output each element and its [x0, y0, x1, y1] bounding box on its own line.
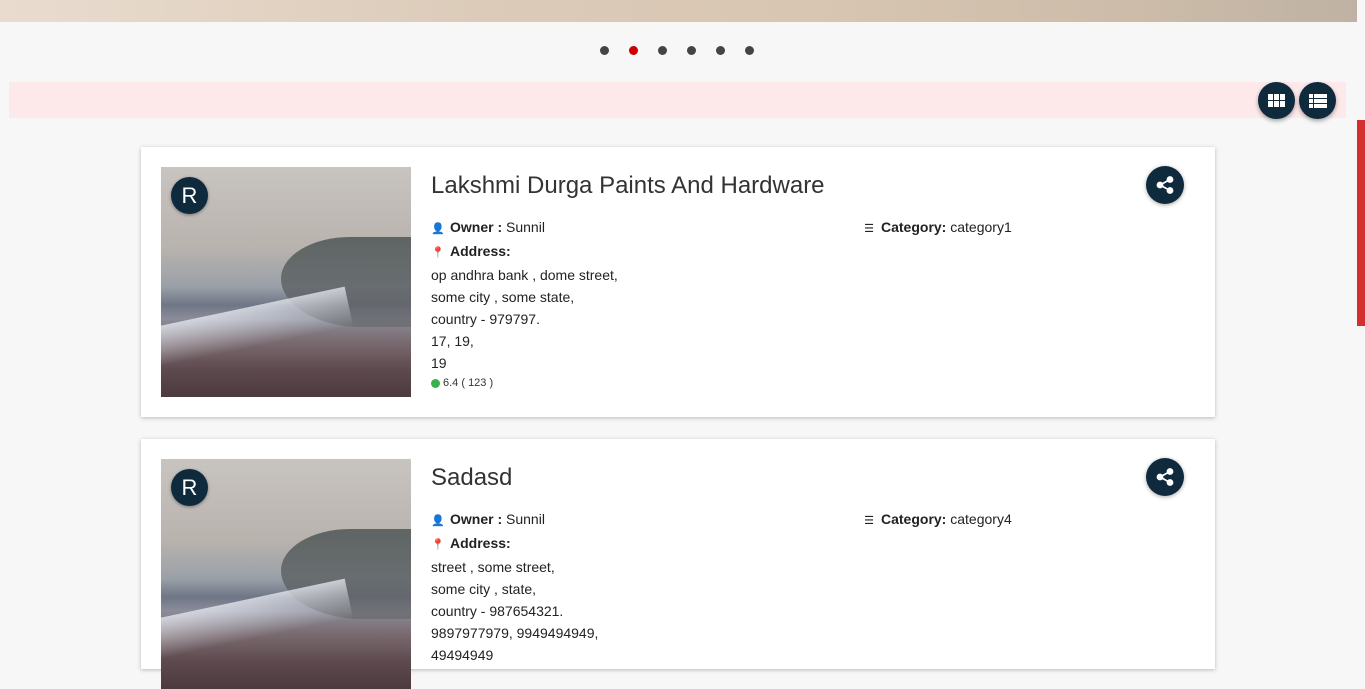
address-line: 19	[431, 355, 447, 371]
list-view-button[interactable]	[1299, 82, 1336, 119]
address-line: 9897977979, 9949494949,	[431, 625, 599, 641]
category-list-icon: ☰	[864, 515, 874, 527]
list-icon	[1308, 93, 1327, 108]
address-line: street , some street,	[431, 559, 555, 575]
listing-card[interactable]: R Sadasd 👤 Owner : Sunnil 📍 Address: stree…	[141, 439, 1215, 689]
owner-label: Owner :	[450, 219, 503, 235]
avatar: R	[171, 469, 208, 506]
listing-details: 👤 Owner : Sunnil 📍 Address: street , some …	[431, 508, 598, 666]
listing-card[interactable]: R Lakshmi Durga Paints And Hardware 👤 Own…	[141, 147, 1215, 417]
share-icon	[1156, 176, 1174, 194]
address-label: Address:	[450, 243, 511, 259]
address-line: 49494949	[431, 647, 494, 663]
category-row: ☰ Category: category1	[862, 216, 1012, 240]
listing-title[interactable]: Sadasd	[431, 464, 512, 492]
category-label: Category:	[881, 511, 947, 527]
listing-details: 👤 Owner : Sunnil 📍 Address: op andhra bank…	[431, 216, 618, 392]
carousel-dot[interactable]	[600, 46, 609, 55]
carousel-dot[interactable]	[716, 46, 725, 55]
scrollbar-thumb[interactable]	[1357, 120, 1365, 326]
carousel-dot[interactable]	[687, 46, 696, 55]
listing-title[interactable]: Lakshmi Durga Paints And Hardware	[431, 172, 825, 200]
address-line: some city , state,	[431, 581, 537, 597]
category-list-icon: ☰	[864, 223, 874, 235]
address-line: 17, 19,	[431, 333, 474, 349]
rating: 6.4 ( 123 )	[431, 374, 618, 392]
avatar: R	[171, 177, 208, 214]
category-row: ☰ Category: category4	[862, 508, 1012, 532]
carousel-dot[interactable]	[745, 46, 754, 55]
person-icon: 👤	[431, 515, 445, 527]
carousel-indicators	[600, 46, 754, 55]
share-button[interactable]	[1146, 166, 1184, 204]
category-value: category1	[950, 219, 1012, 235]
rating-plus-icon	[431, 378, 440, 388]
carousel-dot-active[interactable]	[629, 46, 638, 55]
owner-value: Sunnil	[506, 511, 545, 527]
address-line: op andhra bank , dome street,	[431, 267, 618, 283]
filter-bar	[9, 82, 1346, 118]
rating-value: 6.4 ( 123 )	[443, 377, 494, 389]
address-line: country - 979797.	[431, 311, 540, 327]
location-pin-icon: 📍	[431, 247, 445, 259]
carousel-dot[interactable]	[658, 46, 667, 55]
location-pin-icon: 📍	[431, 539, 445, 551]
address-line: some city , some state,	[431, 289, 575, 305]
owner-label: Owner :	[450, 511, 503, 527]
address-line: country - 987654321.	[431, 603, 564, 619]
category-label: Category:	[881, 219, 947, 235]
share-icon	[1156, 468, 1174, 486]
grid-view-button[interactable]	[1258, 82, 1295, 119]
hero-banner	[0, 0, 1357, 22]
person-icon: 👤	[431, 223, 445, 235]
owner-value: Sunnil	[506, 219, 545, 235]
address-label: Address:	[450, 535, 511, 551]
grid-icon	[1268, 94, 1285, 107]
category-value: category4	[950, 511, 1012, 527]
share-button[interactable]	[1146, 458, 1184, 496]
